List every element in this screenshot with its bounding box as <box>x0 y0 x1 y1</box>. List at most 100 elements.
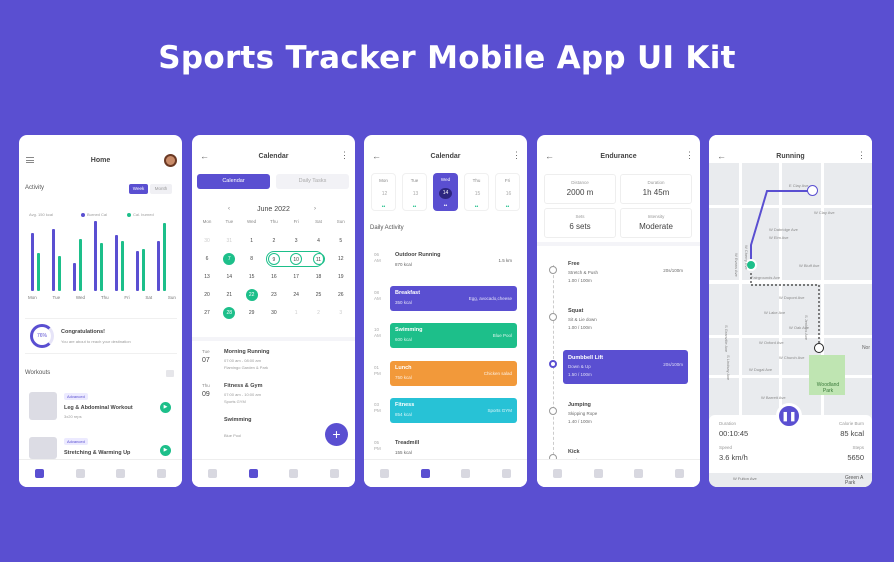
calendar-day[interactable]: 14 <box>223 271 235 283</box>
avatar[interactable] <box>164 154 177 167</box>
more-icon[interactable]: ⋮ <box>340 150 349 161</box>
calendar-day[interactable]: 24 <box>290 289 302 301</box>
calendar-day[interactable]: 27 <box>201 307 213 319</box>
bell-icon[interactable] <box>461 469 471 478</box>
activity-card[interactable]: Outdoor Running 870 kcal 1.5 km <box>390 248 517 273</box>
calendar-day[interactable]: 8 <box>246 253 258 265</box>
level-badge: Advanced <box>64 393 88 400</box>
profile-icon[interactable] <box>502 469 512 478</box>
bar-burned <box>94 221 97 291</box>
calendar-day[interactable]: 25 <box>313 289 325 301</box>
map-north-label: Nor <box>861 345 870 351</box>
calendar-day[interactable]: 23 <box>268 289 280 301</box>
calendar-day[interactable]: 21 <box>223 289 235 301</box>
stat-card: Distance 2000 m <box>544 174 616 204</box>
step-marker[interactable] <box>549 266 557 274</box>
calendar-day[interactable]: 6 <box>201 253 213 265</box>
bar-burned <box>115 235 118 291</box>
profile-icon[interactable] <box>330 469 340 478</box>
legend-consumed: Cal. burned <box>133 212 154 217</box>
calendar-day[interactable]: 1 <box>290 307 302 319</box>
calendar-day[interactable]: 30 <box>201 235 213 247</box>
more-icon[interactable]: ⋮ <box>857 150 866 161</box>
step-marker[interactable] <box>549 407 557 415</box>
profile-icon[interactable] <box>157 469 167 478</box>
day-chip[interactable]: Wed 14 •• <box>433 173 458 211</box>
calendar-day[interactable]: 30 <box>268 307 280 319</box>
calendar-day[interactable]: 13 <box>201 271 213 283</box>
more-icon[interactable]: ⋮ <box>685 150 694 161</box>
day-chip[interactable]: Thu 15 •• <box>464 173 489 211</box>
bell-icon[interactable] <box>289 469 299 478</box>
calendar-icon[interactable] <box>248 469 258 478</box>
exercise-card[interactable]: Squat Sit & Lie down 1.00 / 100m <box>563 303 688 337</box>
day-label: Sun <box>167 295 176 300</box>
home-icon[interactable] <box>552 469 562 478</box>
day-name: Wed <box>440 177 451 182</box>
calendar-day[interactable]: 26 <box>335 289 347 301</box>
calendar-day[interactable]: 2 <box>313 307 325 319</box>
stat-label: Sets <box>575 214 585 219</box>
workout-card[interactable]: Advanced Leg & Abdominal Workout 3x20 re… <box>25 388 177 428</box>
calendar-day[interactable]: 28 <box>223 307 236 319</box>
calendar-day[interactable]: 2 <box>268 235 280 247</box>
play-icon[interactable]: ▶ <box>160 402 171 413</box>
calendar-day[interactable]: 22 <box>245 289 258 301</box>
exercise-card[interactable]: Free Stretch & Push 1.00 / 100m 20s/100m <box>563 256 688 290</box>
home-icon[interactable] <box>34 469 44 478</box>
calendar-day[interactable]: 5 <box>335 235 347 247</box>
pause-button[interactable]: ❚❚ <box>776 403 802 429</box>
calendar-day[interactable]: 17 <box>290 271 302 283</box>
calendar-icon[interactable] <box>593 469 603 478</box>
calendar-day[interactable]: 4 <box>313 235 325 247</box>
event-name: Morning Running <box>224 349 270 355</box>
bottom-street-label: W Fulton Ave <box>733 476 757 481</box>
activity-card[interactable]: Breakfast 350 kcal Egg, avocado,cheese <box>390 285 517 311</box>
home-screen: Home Activity Week Month Avg. 150 kcal B… <box>19 135 182 487</box>
activity-card[interactable]: Fitness 854 kcal Sports GYM <box>390 398 517 423</box>
calendar-icon[interactable] <box>420 469 430 478</box>
calendar-icon[interactable] <box>75 469 85 478</box>
activity-card[interactable]: Lunch 750 kcal Chicken salad <box>390 360 517 386</box>
exercise-card[interactable]: Dumbbell Lift Down & Up 1.50 / 100m 20s/100… <box>563 350 688 384</box>
day-chip[interactable]: Tue 13 •• <box>402 173 427 211</box>
add-button[interactable]: + <box>325 423 348 446</box>
calendar-day[interactable]: 20 <box>201 289 213 301</box>
home-icon[interactable] <box>379 469 389 478</box>
tab-month[interactable]: Month <box>150 184 172 194</box>
exercise-card[interactable]: Jumping Skipping Rope 1.40 / 100m <box>563 397 688 431</box>
bell-icon[interactable] <box>634 469 644 478</box>
step-marker[interactable] <box>549 360 557 368</box>
calendar-day[interactable]: 1 <box>246 235 258 247</box>
next-month-icon[interactable]: › <box>314 206 316 212</box>
bell-icon[interactable] <box>116 469 126 478</box>
day-chip[interactable]: Mon 12 •• <box>371 173 396 211</box>
tab-week[interactable]: Week <box>129 184 148 194</box>
filter-icon[interactable] <box>166 370 174 377</box>
activity-card[interactable]: Swimming 600 kcal Blue Pool <box>390 323 517 348</box>
activity-card[interactable]: Treadmill 155 kcal <box>390 435 517 461</box>
calendar-day[interactable]: 31 <box>223 235 235 247</box>
calendar-day[interactable]: 12 <box>335 253 347 265</box>
calendar-day[interactable]: 7 <box>223 253 236 265</box>
calendar-day[interactable]: 16 <box>268 271 280 283</box>
calendar-day[interactable]: 3 <box>290 235 302 247</box>
step-marker[interactable] <box>549 313 557 321</box>
more-icon[interactable]: ⋮ <box>512 150 521 161</box>
home-icon[interactable] <box>207 469 217 478</box>
day-chip[interactable]: Fri 16 •• <box>495 173 520 211</box>
profile-icon[interactable] <box>675 469 685 478</box>
map[interactable]: Woodland Park E Clay Ave W Clay Ave W Dabr… <box>709 135 872 415</box>
bar-burned <box>31 233 34 291</box>
calendar-day[interactable]: 29 <box>246 307 258 319</box>
tab-calendar[interactable]: Calendar <box>197 174 270 189</box>
calendar-day[interactable]: 18 <box>313 271 325 283</box>
calendar-day[interactable]: 15 <box>246 271 258 283</box>
activity-tag: Blue Pool <box>492 333 512 338</box>
tab-daily-tasks[interactable]: Daily Tasks <box>276 174 349 189</box>
end-pin-icon <box>814 343 824 353</box>
activity-tag: Chicken salad <box>483 370 512 376</box>
calendar-day[interactable]: 19 <box>335 271 347 283</box>
calendar-day[interactable]: 3 <box>335 307 347 319</box>
play-icon[interactable]: ▶ <box>160 445 171 456</box>
